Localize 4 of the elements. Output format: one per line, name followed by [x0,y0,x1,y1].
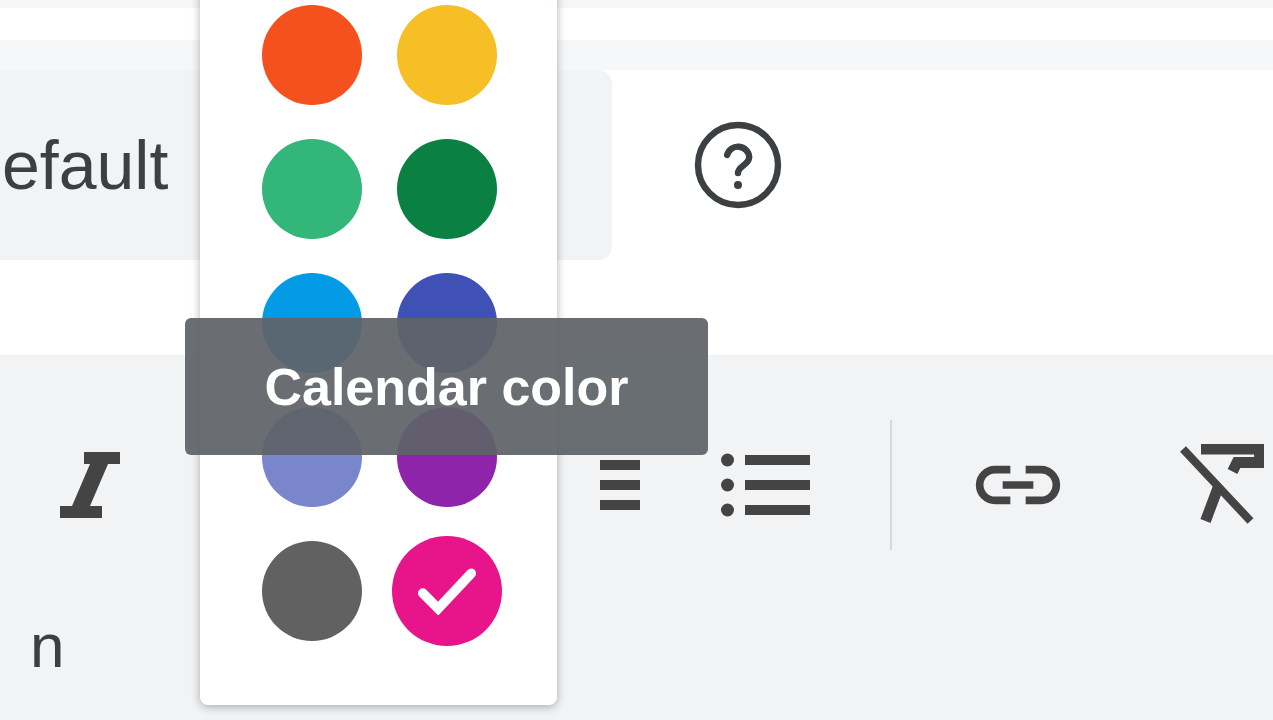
check-icon [416,566,478,616]
tooltip: Calendar color [185,318,708,455]
italic-icon[interactable] [60,452,120,518]
description-text: n [30,615,66,677]
